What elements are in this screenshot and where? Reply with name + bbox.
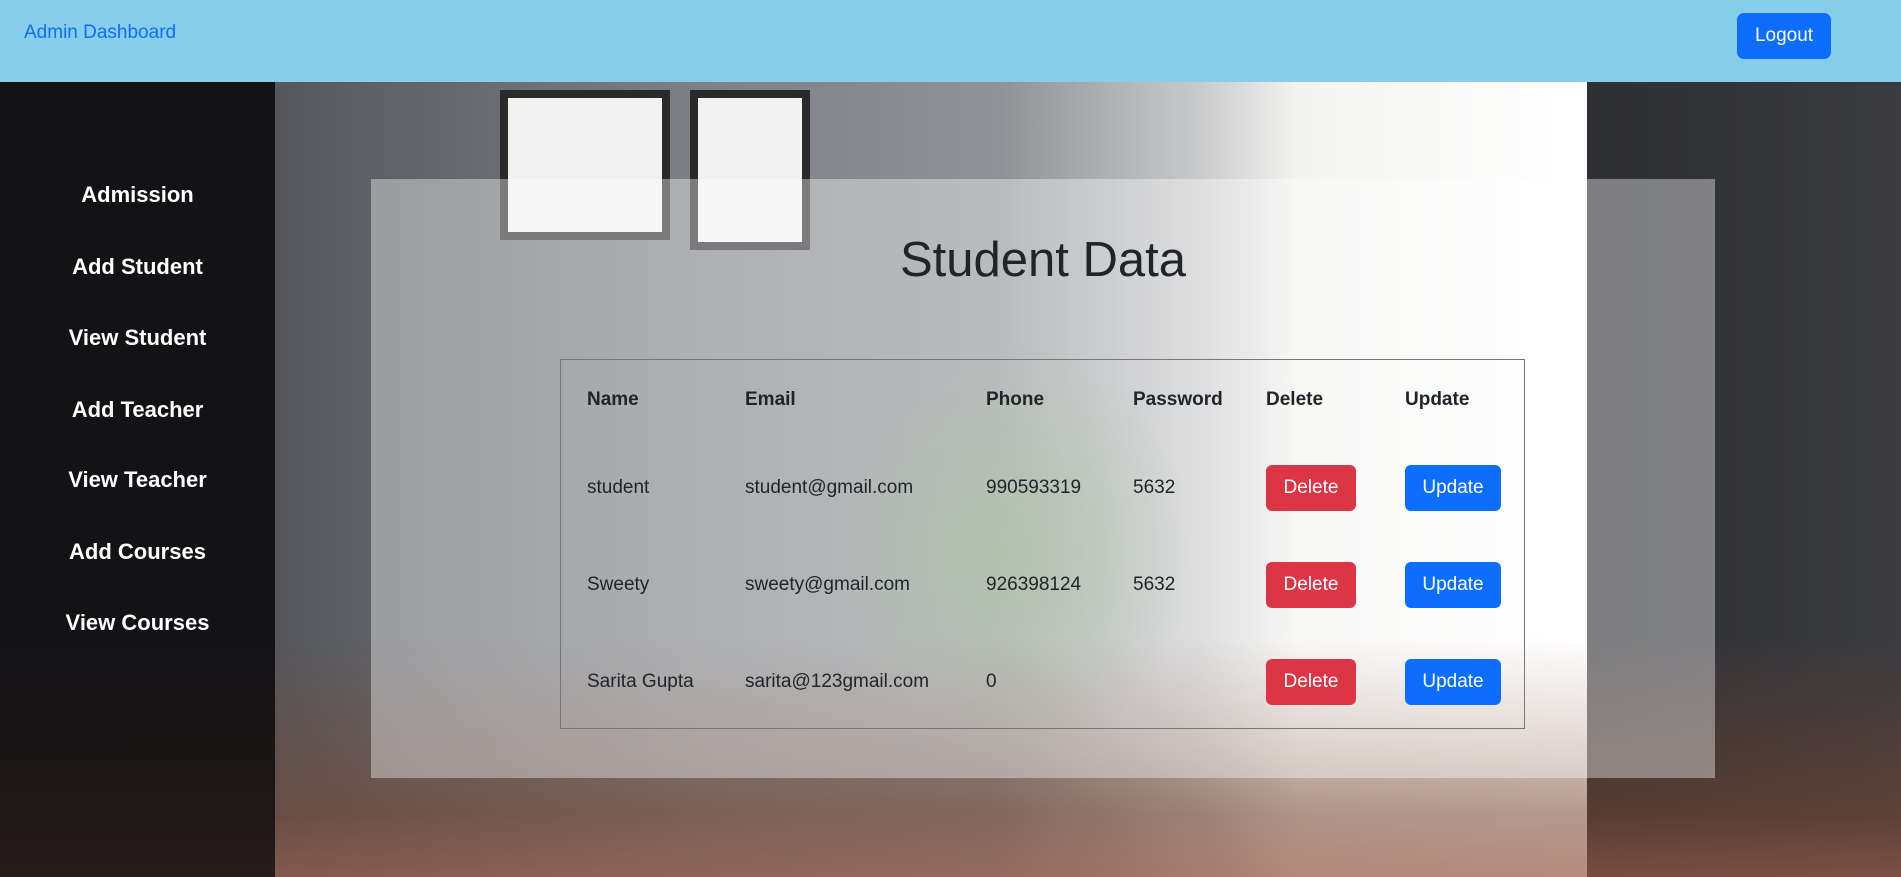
delete-button[interactable]: Delete xyxy=(1266,659,1356,705)
sidebar-item-add-courses[interactable]: Add Courses xyxy=(0,539,275,565)
sidebar-item-add-student[interactable]: Add Student xyxy=(0,254,275,280)
cell-email: student@gmail.com xyxy=(745,477,914,498)
column-header-phone: Phone xyxy=(986,389,1045,410)
logout-button[interactable]: Logout xyxy=(1737,13,1831,59)
update-button[interactable]: Update xyxy=(1405,659,1501,705)
cell-password: 5632 xyxy=(1133,477,1176,498)
column-header-password: Password xyxy=(1133,389,1223,410)
cell-phone: 926398124 xyxy=(986,574,1082,595)
sidebar-item-view-student[interactable]: View Student xyxy=(0,325,275,351)
student-table: Name Email Phone Password Delete Update … xyxy=(560,359,1525,729)
cell-name: Sweety xyxy=(587,574,650,595)
update-button[interactable]: Update xyxy=(1405,562,1501,608)
delete-button[interactable]: Delete xyxy=(1266,562,1356,608)
top-navbar: Admin Dashboard Logout xyxy=(0,0,1901,82)
column-header-name: Name xyxy=(587,389,639,410)
cell-email: sarita@123gmail.com xyxy=(745,671,930,692)
content-panel: Student Data Name Email Phone Password D… xyxy=(371,179,1715,778)
cell-phone: 0 xyxy=(986,671,997,692)
sidebar-item-view-teacher[interactable]: View Teacher xyxy=(0,467,275,493)
sidebar: Admission Add Student View Student Add T… xyxy=(0,82,275,877)
sidebar-item-view-courses[interactable]: View Courses xyxy=(0,610,275,636)
brand-link[interactable]: Admin Dashboard xyxy=(24,22,176,44)
sidebar-item-admission[interactable]: Admission xyxy=(0,182,275,208)
column-header-update: Update xyxy=(1405,389,1470,410)
cell-password: 5632 xyxy=(1133,574,1176,595)
cell-phone: 990593319 xyxy=(986,477,1082,498)
column-header-email: Email xyxy=(745,389,796,410)
page-title: Student Data xyxy=(899,233,1187,287)
delete-button[interactable]: Delete xyxy=(1266,465,1356,511)
update-button[interactable]: Update xyxy=(1405,465,1501,511)
column-header-delete: Delete xyxy=(1266,389,1324,410)
cell-name: student xyxy=(587,477,650,498)
cell-name: Sarita Gupta xyxy=(587,671,694,692)
sidebar-item-add-teacher[interactable]: Add Teacher xyxy=(0,397,275,423)
cell-email: sweety@gmail.com xyxy=(745,574,910,595)
